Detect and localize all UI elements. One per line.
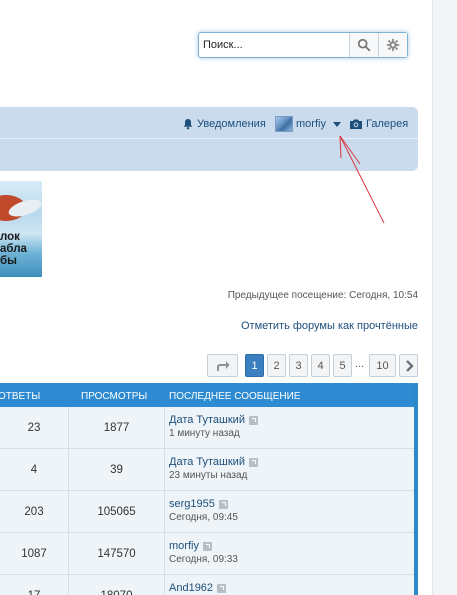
header-replies[interactable]: ОТВЕТЫ [0,391,40,402]
share-arrow-icon [216,360,229,371]
last-post-user-link[interactable]: And1962 [169,582,227,594]
last-post-cell: And1962 [169,582,227,595]
go-to-post-icon[interactable] [248,457,258,467]
column-divider [164,533,165,575]
last-post-cell: Дата Туташкий 23 минуты назад [169,456,258,481]
views-count: 18070 [69,575,164,595]
page-3-button[interactable]: 3 [289,354,308,377]
thread-table: ОТВЕТЫ ПРОСМОТРЫ ПОСЛЕДНЕЕ СООБЩЕНИЕ 23 … [0,383,418,595]
views-count: 39 [110,464,123,476]
forum-banner-image[interactable]: лок абла бы [0,181,42,277]
replies-count: 17 [0,575,68,595]
last-post-user-link[interactable]: Дата Туташкий [169,414,258,426]
replies-count: 1087 [21,548,47,560]
views-count: 105065 [97,506,136,518]
column-divider [164,575,165,595]
last-post-user-link[interactable]: morfiy [169,540,238,552]
go-to-post-icon[interactable] [202,541,212,551]
last-post-user-link[interactable]: serg1955 [169,498,238,510]
header-last-post[interactable]: ПОСЛЕДНЕЕ СООБЩЕНИЕ [169,391,300,402]
column-divider [164,491,165,533]
last-post-user-link[interactable]: Дата Туташкий [169,456,258,468]
column-divider [164,407,165,449]
last-post-time[interactable]: Сегодня, 09:45 [169,512,238,523]
page-4-button[interactable]: 4 [311,354,330,377]
search-box [198,32,408,58]
last-post-cell: morfiy Сегодня, 09:33 [169,540,238,565]
go-to-post-icon[interactable] [217,583,227,593]
page-10-button[interactable]: 10 [369,354,396,377]
header-views[interactable]: ПРОСМОТРЫ [81,391,147,402]
last-post-user: Дата Туташкий [169,414,245,426]
bell-icon [183,119,193,130]
next-page-button[interactable] [399,354,418,377]
views-count: 1877 [103,422,130,434]
search-icon [357,38,371,52]
column-divider [164,449,165,491]
last-post-cell: serg1955 Сегодня, 09:45 [169,498,238,523]
jump-to-page-button[interactable] [207,354,238,377]
table-row[interactable]: 17 18070 And1962 [0,575,414,595]
replies-count: 203 [24,506,44,518]
search-input[interactable] [199,33,349,57]
notifications-label: Уведомления [197,118,266,130]
last-post-user: morfiy [169,540,199,552]
last-post-time[interactable]: 1 минуту назад [169,428,258,439]
last-post-user: And1962 [169,582,214,594]
last-post-user: Дата Туташкий [169,456,245,468]
last-post-time[interactable]: Сегодня, 09:33 [169,554,238,565]
go-to-post-icon[interactable] [248,415,258,425]
chevron-down-icon [332,121,341,127]
page-5-button[interactable]: 5 [333,354,352,377]
previous-visit-text: Предыдущее посещение: Сегодня, 10:54 [227,290,418,301]
replies-count: 4 [30,464,38,476]
go-to-post-icon[interactable] [218,499,228,509]
search-button[interactable] [349,33,378,57]
table-row[interactable]: 1087 147570 morfiy Сегодня, 09:33 [0,533,414,575]
chevron-right-icon [405,359,414,372]
pagination-ellipsis: ... [355,358,365,370]
views-count: 147570 [97,548,136,560]
mark-forums-read-link[interactable]: Отметить форумы как прочтённые [241,320,418,332]
table-row[interactable]: 4 39 Дата Туташкий 23 минуты назад [0,449,414,491]
table-row[interactable]: 203 105065 serg1955 Сегодня, 09:45 [0,491,414,533]
page-scroll-gutter [432,0,457,595]
annotation-arrow [339,135,385,224]
avatar [275,116,293,132]
username: morfiy [296,118,326,130]
gear-icon [386,38,400,52]
page-1-button[interactable]: 1 [245,354,264,377]
page-2-button[interactable]: 2 [267,354,286,377]
last-post-cell: Дата Туташкий 1 минуту назад [169,414,258,439]
table-row[interactable]: 23 1877 Дата Туташкий 1 минуту назад [0,407,414,449]
replies-count: 23 [27,422,41,434]
table-header: ОТВЕТЫ ПРОСМОТРЫ ПОСЛЕДНЕЕ СООБЩЕНИЕ [0,383,414,407]
search-options-button[interactable] [378,33,407,57]
last-post-time[interactable]: 23 минуты назад [169,470,258,481]
last-post-user: serg1955 [169,498,215,510]
banner-text: лок абла бы [0,231,27,267]
notifications-link[interactable]: Уведомления [182,116,266,132]
